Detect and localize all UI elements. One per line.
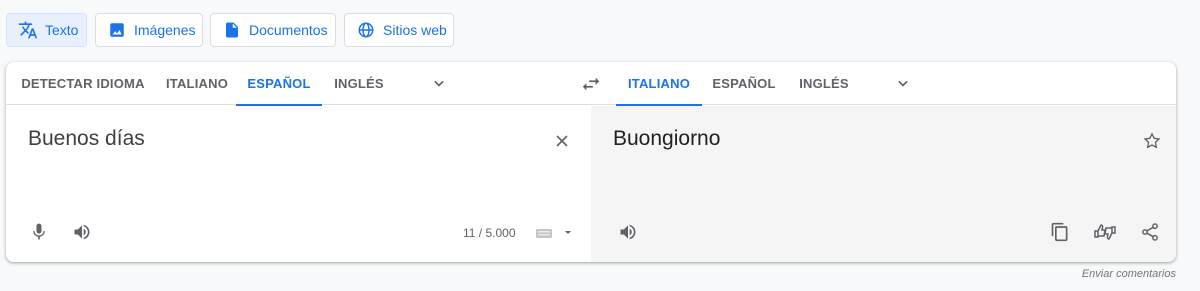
copy-translation-button[interactable] (1047, 219, 1073, 245)
mode-websites-label: Sitios web (383, 22, 447, 38)
mode-bar: Texto Imágenes Documentos Sitios web (0, 0, 1200, 60)
globe-icon (355, 19, 377, 41)
clear-text-button[interactable] (549, 128, 575, 154)
target-lang-english-tab[interactable]: INGLÉS (794, 62, 854, 105)
caret-down-icon (565, 231, 571, 234)
mode-text-button[interactable]: Texto (6, 13, 87, 47)
character-counter: 11 / 5.000 (463, 226, 516, 240)
document-icon (221, 19, 243, 41)
mode-images-button[interactable]: Imágenes (95, 13, 203, 47)
rate-translation-button[interactable] (1091, 219, 1119, 245)
target-more-langs-button[interactable] (890, 70, 916, 96)
swap-arrows-icon (582, 77, 600, 91)
speaker-icon (620, 224, 636, 240)
speaker-icon (74, 224, 90, 240)
mode-text-label: Texto (45, 22, 79, 38)
source-lang-english-tab[interactable]: INGLÉS (330, 62, 388, 105)
source-lang-italian-tab[interactable]: ITALIANO (159, 62, 235, 105)
source-lang-detect-tab[interactable]: DETECTAR IDIOMA (20, 62, 146, 105)
language-bar: DETECTAR IDIOMA ITALIANO ESPAÑOL INGLÉS … (6, 62, 1176, 106)
target-panel: Buongiorno (591, 106, 1176, 262)
microphone-button[interactable] (26, 219, 52, 245)
source-more-langs-button[interactable] (426, 70, 452, 96)
chevron-down-icon (898, 80, 908, 87)
translation-text: Buongiorno (613, 127, 721, 150)
mode-images-label: Imágenes (134, 22, 196, 38)
mode-documents-label: Documentos (249, 22, 328, 38)
translate-icon (17, 19, 39, 41)
mode-documents-button[interactable]: Documentos (210, 13, 336, 47)
close-icon (556, 135, 568, 147)
microphone-icon (33, 223, 45, 240)
thumbs-up-down-icon (1094, 224, 1116, 240)
share-translation-button[interactable] (1137, 219, 1163, 245)
target-lang-italian-tab[interactable]: ITALIANO (616, 62, 702, 106)
source-text-input[interactable]: Buenos días (28, 127, 145, 151)
source-listen-button[interactable] (69, 219, 95, 245)
copy-icon (1051, 222, 1068, 242)
save-translation-button[interactable] (1139, 128, 1165, 154)
target-listen-button[interactable] (615, 219, 641, 245)
mode-websites-button[interactable]: Sitios web (344, 13, 454, 47)
keyboard-icon (536, 229, 552, 238)
chevron-down-icon (434, 80, 444, 87)
star-icon (1143, 132, 1161, 149)
target-lang-spanish-tab[interactable]: ESPAÑOL (708, 62, 780, 105)
translator-card: DETECTAR IDIOMA ITALIANO ESPAÑOL INGLÉS … (6, 62, 1176, 262)
keyboard-button[interactable] (531, 224, 579, 242)
source-lang-spanish-tab[interactable]: ESPAÑOL (236, 62, 322, 106)
swap-languages-button[interactable] (578, 71, 604, 97)
send-feedback-link[interactable]: Enviar comentarios (1082, 268, 1176, 280)
source-panel[interactable]: Buenos días 11 / 5.000 (6, 106, 591, 262)
share-icon (1142, 223, 1158, 241)
image-icon (106, 19, 128, 41)
